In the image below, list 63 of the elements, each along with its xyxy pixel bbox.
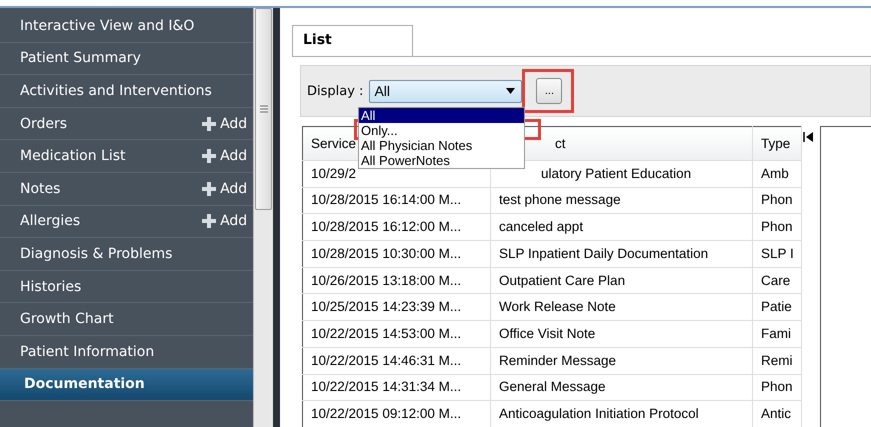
add-button[interactable]: Add (202, 213, 248, 230)
item-label: Histories (20, 278, 82, 295)
plus-icon (202, 214, 216, 228)
table-cell: 10/22/2015 14:53:00 M... (302, 320, 490, 348)
collapse-icon[interactable] (803, 130, 815, 144)
table-cell: Care (752, 267, 802, 294)
item-label: Activities and Interventions (20, 82, 212, 99)
table-cell: Amb (752, 160, 802, 188)
table-cell: 10/28/2015 16:12:00 M... (302, 214, 490, 240)
item-label: Patient Summary (20, 50, 141, 66)
sidebar-item[interactable]: Allergies Add (0, 206, 254, 238)
sidebar-item[interactable]: Orders Add (0, 108, 254, 140)
table-cell: Phon (752, 187, 802, 214)
options-button[interactable]: ... (536, 78, 562, 104)
column-header[interactable]: Type (752, 126, 802, 160)
table-cell: Work Release Note (490, 294, 752, 321)
add-button[interactable]: Add (202, 148, 248, 164)
item-label: Interactive View and I&O (20, 18, 194, 34)
table-cell: SLP I (752, 240, 802, 268)
table-cell: 10/22/2015 14:31:34 M... (302, 374, 490, 401)
sidebar-item[interactable]: Notes Add (0, 172, 254, 206)
table-cell: Office Visit Note (490, 320, 752, 348)
table-cell: Reminder Message (490, 347, 752, 374)
item-label: Documentation (24, 376, 145, 392)
caret-icon (506, 88, 516, 94)
display-label: Display : (307, 84, 364, 98)
grip-icon (260, 105, 268, 113)
table-cell: SLP Inpatient Daily Documentation (490, 240, 752, 268)
dropdown-option[interactable]: All (359, 108, 524, 123)
item-label: Patient Information (20, 344, 154, 360)
table-cell: Fami (752, 320, 802, 348)
item-label: Growth Chart (20, 311, 114, 328)
table-cell: General Message (490, 374, 752, 401)
item-label: Notes (20, 180, 60, 197)
table-cell: test phone message (490, 187, 752, 214)
add-button[interactable]: Add (202, 116, 248, 132)
scrollbar-thumb[interactable] (255, 8, 272, 210)
table-cell: 10/28/2015 16:14:00 M... (302, 187, 490, 214)
table-cell: Phon (752, 214, 802, 240)
table-cell: Anticoagulation Initiation Protocol (490, 400, 752, 427)
sidebar-item[interactable]: Medication List Add (0, 140, 254, 173)
table-cell: 10/25/2015 14:23:39 M... (302, 294, 490, 321)
list-tab[interactable]: List (292, 25, 413, 56)
plus-icon (202, 149, 216, 164)
table-cell: Phon (752, 374, 802, 401)
table-cell: Outpatient Care Plan (490, 267, 752, 294)
item-label: Medication List (20, 148, 126, 164)
table-cell: 10/22/2015 14:46:31 M... (302, 347, 490, 374)
sidebar-item[interactable]: Documentation (0, 368, 254, 402)
item-label: Allergies (20, 213, 80, 230)
add-button[interactable]: Add (202, 180, 248, 197)
table-cell: 10/26/2015 13:18:00 M... (302, 267, 490, 294)
item-label: Diagnosis & Problems (20, 246, 172, 262)
display-dropdown[interactable]: All (369, 80, 522, 102)
item-label: Orders (20, 116, 68, 132)
table-cell: 10/22/2015 09:12:00 M... (302, 400, 490, 427)
table-cell: canceled appt (490, 214, 752, 240)
plus-icon (202, 182, 216, 196)
table-cell: Antic (752, 400, 802, 427)
table-cell: Remi (752, 347, 802, 374)
plus-icon (202, 116, 216, 131)
table-cell: 10/28/2015 10:30:00 M... (302, 240, 490, 268)
table-cell: Patie (752, 294, 802, 321)
